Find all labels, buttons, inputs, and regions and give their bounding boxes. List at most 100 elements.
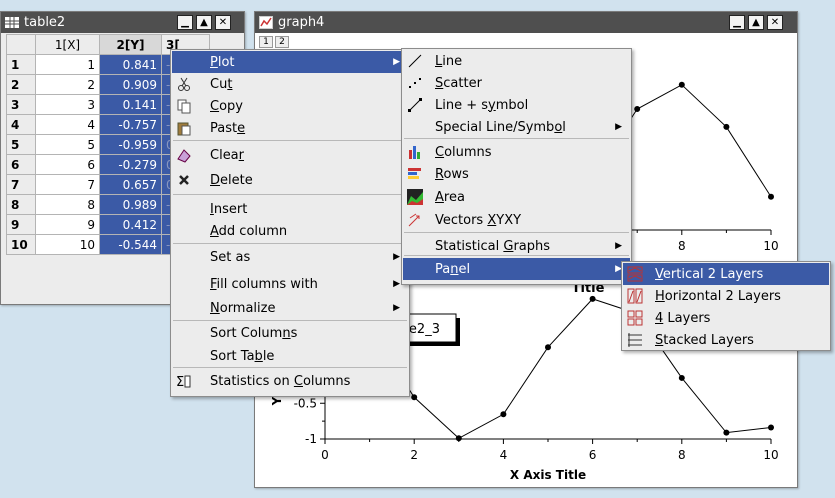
data-point: [634, 106, 641, 113]
x-cell[interactable]: 2: [35, 74, 100, 95]
vertical-layers-icon: [627, 266, 643, 282]
row-header[interactable]: 9: [6, 214, 36, 235]
plot-item-columns[interactable]: Columns: [403, 141, 630, 163]
plot-submenu: Line Scatter Line + symbol Special Line/Sym…: [401, 48, 632, 285]
x-cell[interactable]: 6: [35, 154, 100, 175]
x-cell[interactable]: 8: [35, 194, 100, 215]
row-header[interactable]: 5: [6, 134, 36, 155]
panel-submenu: Vertical 2 Layers Horizontal 2 Layers 4 La…: [621, 261, 831, 351]
plot-item-statistical-graphs[interactable]: Statistical Graphs ▶: [403, 235, 630, 257]
y-cell[interactable]: 0.841: [99, 54, 162, 75]
maximize-button[interactable]: ▲: [748, 15, 764, 30]
four-layers-icon: [627, 310, 643, 326]
menu-item-fill-columns-with[interactable]: Fill columns with ▶: [172, 273, 408, 295]
menu-item-statistics-on-columns[interactable]: Σ Statistics on Columns: [172, 370, 408, 392]
line-symbol-icon: [407, 97, 423, 113]
menu-item-sort-columns[interactable]: Sort Columns: [172, 322, 408, 344]
x-tick-label: 0: [321, 448, 329, 462]
clear-icon: [176, 147, 192, 163]
minimize-button[interactable]: ▁: [177, 15, 193, 30]
y-cell[interactable]: 0.657: [99, 174, 162, 195]
plot-item-panel[interactable]: Panel ▶: [403, 258, 630, 280]
x-tick-label: 8: [678, 448, 686, 462]
row-header[interactable]: 1: [6, 54, 36, 75]
row-header[interactable]: 8: [6, 194, 36, 215]
corner-cell[interactable]: [6, 34, 36, 55]
y-cell[interactable]: 0.989: [99, 194, 162, 215]
x-cell[interactable]: 1: [35, 54, 100, 75]
y-cell[interactable]: 0.141: [99, 94, 162, 115]
panel-item-stacked-layers[interactable]: Stacked Layers: [623, 329, 829, 351]
close-button[interactable]: ✕: [215, 15, 231, 30]
x-tick-label: 4: [500, 448, 508, 462]
x-cell[interactable]: 4: [35, 114, 100, 135]
y-cell[interactable]: -0.544: [99, 234, 162, 255]
delete-icon: [176, 172, 192, 188]
panel-item-4-layers[interactable]: 4 Layers: [623, 307, 829, 329]
plot-item-rows[interactable]: Rows: [403, 163, 630, 185]
row-header[interactable]: 7: [6, 174, 36, 195]
data-point: [768, 424, 774, 431]
statistics-icon: Σ: [176, 373, 192, 390]
menu-item-clear[interactable]: Clear: [172, 144, 408, 166]
graph-icon: [259, 16, 273, 29]
x-axis-title: X Axis Title: [510, 468, 586, 482]
y-cell[interactable]: -0.959: [99, 134, 162, 155]
menu-separator: [404, 138, 629, 139]
y-cell[interactable]: 0.412: [99, 214, 162, 235]
plot-item-area[interactable]: Area: [403, 186, 630, 208]
plot-item-vectors-xyxy[interactable]: Vectors XYXY: [403, 209, 630, 231]
table-icon: [5, 16, 19, 29]
close-button[interactable]: ✕: [767, 15, 783, 30]
menu-item-sort-table[interactable]: Sort Table: [172, 345, 408, 367]
menu-item-copy[interactable]: Copy: [172, 95, 408, 117]
menu-item-cut[interactable]: Cut: [172, 73, 408, 95]
menu-item-add-column[interactable]: Add column: [172, 220, 408, 242]
plot-item-line[interactable]: Line: [403, 50, 630, 72]
menu-separator: [173, 320, 407, 321]
y-tick-label: -1: [305, 432, 317, 446]
menu-item-insert[interactable]: Insert: [172, 198, 408, 220]
data-point: [411, 394, 418, 401]
area-icon: [407, 189, 423, 205]
y-cell[interactable]: 0.909: [99, 74, 162, 95]
x-cell[interactable]: 3: [35, 94, 100, 115]
maximize-button[interactable]: ▲: [196, 15, 212, 30]
menu-item-normalize[interactable]: Normalize ▶: [172, 297, 408, 319]
menu-item-set-as[interactable]: Set as ▶: [172, 246, 408, 268]
data-point: [545, 344, 551, 351]
plot-item-scatter[interactable]: Scatter: [403, 72, 630, 94]
panel-item-vertical-2-layers[interactable]: Vertical 2 Layers: [623, 263, 829, 285]
plot-item-line-symbol[interactable]: Line + symbol: [403, 94, 630, 116]
column-header[interactable]: 1[X]: [35, 34, 100, 55]
menu-item-delete[interactable]: Delete: [172, 169, 408, 191]
y-cell[interactable]: -0.757: [99, 114, 162, 135]
row-header[interactable]: 10: [6, 234, 36, 255]
vectors-icon: [407, 212, 423, 228]
row-header[interactable]: 3: [6, 94, 36, 115]
minimize-button[interactable]: ▁: [729, 15, 745, 30]
y-tick-label: -0.5: [294, 396, 317, 410]
plot-item-special-line-symbol[interactable]: Special Line/Symbol ▶: [403, 116, 630, 138]
x-cell[interactable]: 9: [35, 214, 100, 235]
row-header[interactable]: 4: [6, 114, 36, 135]
x-cell[interactable]: 10: [35, 234, 100, 255]
rows-icon: [407, 166, 423, 182]
row-header[interactable]: 6: [6, 154, 36, 175]
menu-item-paste[interactable]: Paste: [172, 117, 408, 139]
column-header[interactable]: 2[Y]: [99, 34, 162, 55]
x-cell[interactable]: 5: [35, 134, 100, 155]
menu-separator: [404, 232, 629, 233]
graph-window-titlebar[interactable]: graph4: [255, 12, 797, 33]
x-cell[interactable]: 7: [35, 174, 100, 195]
y-cell[interactable]: -0.279: [99, 154, 162, 175]
submenu-arrow-icon: ▶: [615, 122, 622, 132]
x-tick-label: 10: [763, 239, 778, 253]
submenu-arrow-icon: ▶: [615, 241, 622, 251]
menu-separator: [173, 140, 407, 141]
menu-separator: [173, 367, 407, 368]
copy-icon: [176, 98, 192, 114]
panel-item-horizontal-2-layers[interactable]: Horizontal 2 Layers: [623, 285, 829, 307]
row-header[interactable]: 2: [6, 74, 36, 95]
menu-item-plot[interactable]: Plot ▶: [172, 51, 408, 73]
